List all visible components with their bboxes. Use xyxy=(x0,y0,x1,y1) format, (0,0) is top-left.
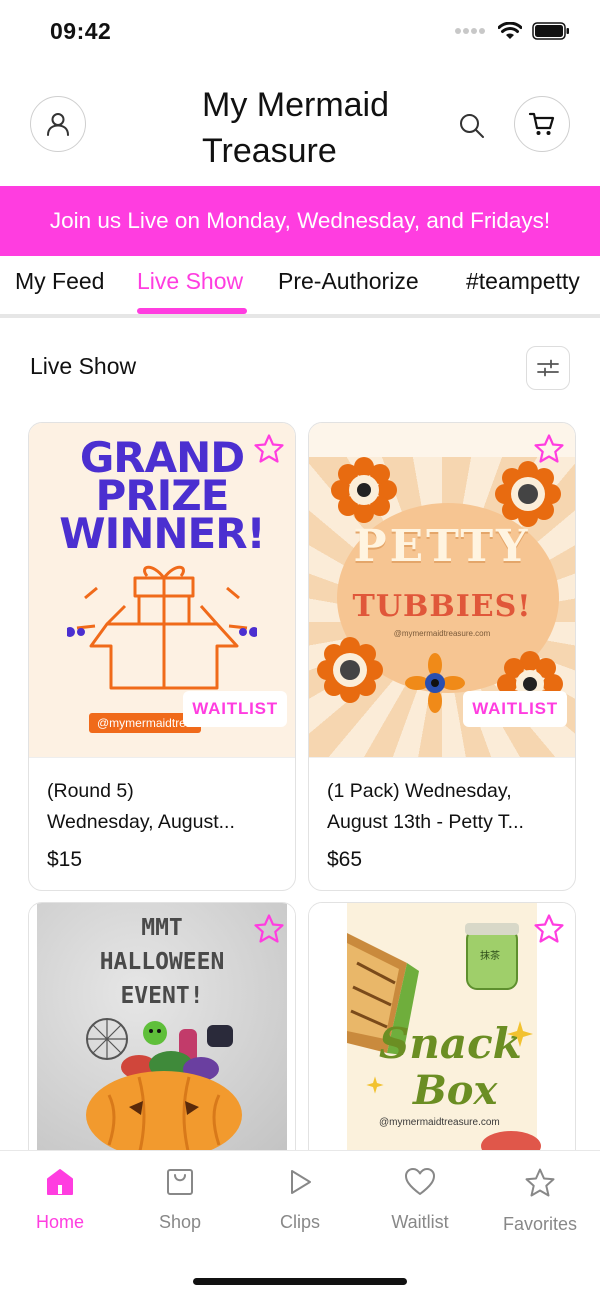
status-icons xyxy=(454,22,570,40)
favorite-star-icon[interactable] xyxy=(533,913,565,945)
nav-label: Waitlist xyxy=(391,1212,449,1232)
image-handle: @mymermaidtreasure.com xyxy=(379,1117,500,1128)
nav-shop[interactable]: Shop xyxy=(120,1167,240,1233)
tab-my-feed[interactable]: My Feed xyxy=(15,268,104,295)
cart-button[interactable] xyxy=(514,96,570,152)
search-icon xyxy=(460,114,484,138)
home-indicator[interactable] xyxy=(193,1278,407,1285)
flower-icon xyxy=(317,637,383,703)
image-headline: PETTY xyxy=(353,521,531,572)
sliders-icon xyxy=(537,359,559,377)
heart-icon xyxy=(405,1168,435,1195)
search-button[interactable] xyxy=(458,112,486,145)
nav-label: Clips xyxy=(279,1212,320,1232)
sparkle-icon xyxy=(507,1021,533,1047)
favorite-star-icon[interactable] xyxy=(253,913,285,945)
nav-clips[interactable]: Clips xyxy=(240,1167,360,1233)
nav-label: Home xyxy=(35,1212,84,1232)
product-image: PETTY TUBBIES! @mymermaidtreasure.com WA… xyxy=(309,423,575,757)
status-bar: 09:42 xyxy=(0,0,600,66)
product-price: $65 xyxy=(327,848,363,871)
star-icon xyxy=(525,1168,555,1197)
gift-box-icon xyxy=(67,565,257,690)
home-icon xyxy=(47,1169,73,1195)
profile-button[interactable] xyxy=(30,96,86,152)
product-title: (1 Pack) Wednesday, August 13th - Petty … xyxy=(327,780,524,833)
filter-button[interactable] xyxy=(526,346,570,390)
product-title: (Round 5) Wednesday, August... xyxy=(47,780,235,833)
signal-icon xyxy=(455,28,485,34)
product-price: $15 xyxy=(47,848,83,871)
image-subheadline: TUBBIES! xyxy=(352,589,532,624)
waitlist-badge: WAITLIST xyxy=(463,691,567,727)
nav-label: Favorites xyxy=(502,1214,578,1234)
play-icon xyxy=(291,1170,311,1194)
cart-icon xyxy=(528,112,555,135)
user-icon xyxy=(47,113,69,136)
favorite-star-icon[interactable] xyxy=(253,433,285,465)
nav-home[interactable]: Home xyxy=(0,1167,120,1233)
product-card[interactable]: PETTY TUBBIES! @mymermaidtreasure.com WA… xyxy=(308,422,576,891)
flower-icon xyxy=(405,653,465,713)
nav-waitlist[interactable]: Waitlist xyxy=(360,1167,480,1233)
app-header: My Mermaid Treasure xyxy=(0,66,600,186)
live-schedule-banner[interactable]: Join us Live on Monday, Wednesday, and F… xyxy=(0,186,600,256)
waitlist-badge: WAITLIST xyxy=(183,691,287,727)
feed-tabs: My Feed Live Show Pre-Authorize #teampet… xyxy=(0,256,600,318)
store-title-line1: My Mermaid xyxy=(202,86,390,124)
tab-live-show[interactable]: Live Show xyxy=(137,268,243,295)
card-details: (1 Pack) Wednesday, August 13th - Petty … xyxy=(309,757,575,890)
store-title: My Mermaid Treasure xyxy=(202,82,432,174)
image-subheadline: Box xyxy=(413,1067,498,1114)
product-card[interactable]: GRAND PRIZE WINNER! @mymermaidtrea WAITL… xyxy=(28,422,296,891)
image-headline: Snack xyxy=(379,1019,522,1068)
section-title: Live Show xyxy=(30,353,137,379)
wifi-icon xyxy=(498,22,522,39)
store-title-line2: Treasure xyxy=(202,132,337,170)
flower-icon xyxy=(331,457,397,523)
sparkle-icon xyxy=(366,1076,384,1094)
favorite-star-icon[interactable] xyxy=(533,433,565,465)
status-time: 09:42 xyxy=(50,18,112,44)
battery-icon xyxy=(532,22,569,40)
product-image: GRAND PRIZE WINNER! @mymermaidtrea WAITL… xyxy=(29,423,295,757)
jar-label: 抹茶 xyxy=(480,951,500,962)
card-details: (Round 5) Wednesday, August... $15 xyxy=(29,757,295,890)
tab-teampetty[interactable]: #teampetty xyxy=(466,268,580,295)
pumpkin-candy-icon xyxy=(86,1018,242,1155)
image-headline: MMT HALLOWEEN EVENT! xyxy=(99,915,225,1009)
active-tab-indicator xyxy=(137,308,247,314)
tab-pre-authorize[interactable]: Pre-Authorize xyxy=(278,268,419,295)
nav-label: Shop xyxy=(158,1212,202,1232)
flower-icon xyxy=(495,461,561,527)
nav-favorites[interactable]: Favorites xyxy=(480,1167,600,1235)
banner-text: Join us Live on Monday, Wednesday, and F… xyxy=(49,208,551,233)
shopping-bag-icon xyxy=(167,1169,193,1195)
